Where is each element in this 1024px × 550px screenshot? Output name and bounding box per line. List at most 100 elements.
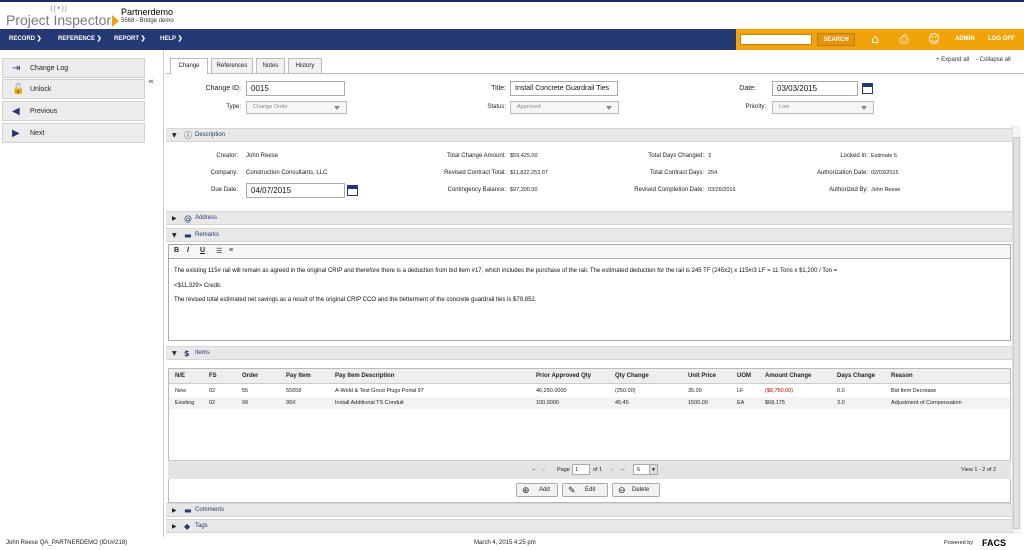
authorized-by-label: Authorized By: bbox=[828, 187, 868, 193]
logoff-link[interactable]: LOG OFF bbox=[988, 29, 1015, 50]
page-input[interactable]: 1 bbox=[572, 464, 590, 475]
tab-change[interactable]: Change bbox=[170, 58, 208, 74]
home-icon[interactable]: ⌂ bbox=[866, 31, 884, 48]
numbered-list-icon[interactable]: ≡ bbox=[229, 247, 233, 254]
arrow-left-icon: ◀ bbox=[12, 106, 20, 117]
italic-button[interactable]: I bbox=[187, 247, 189, 254]
status-value: Approved bbox=[517, 104, 541, 110]
expanded-arrow-icon: ▼ bbox=[172, 132, 177, 139]
column-header[interactable]: N/E bbox=[175, 369, 185, 384]
tab-references[interactable]: References bbox=[211, 58, 253, 73]
edit-item-button[interactable]: ✎ Edit bbox=[562, 483, 608, 497]
delete-item-button[interactable]: ⊖ Delete bbox=[612, 483, 660, 497]
column-header[interactable]: Reason bbox=[891, 369, 913, 384]
sidebar-item-unlock[interactable]: 🔓 Unlock bbox=[2, 79, 145, 99]
footer: John Reese QA_PARTNERDEMO (IDU#218) Marc… bbox=[0, 537, 1024, 550]
column-header[interactable]: Unit Price bbox=[688, 369, 716, 384]
collapse-all-link[interactable]: - Collapse all bbox=[976, 57, 1011, 63]
prev-page-icon[interactable]: « bbox=[542, 467, 545, 473]
column-header[interactable]: Pay Item Description bbox=[335, 369, 394, 384]
column-header[interactable]: Order bbox=[242, 369, 258, 384]
table-cell: 99 bbox=[242, 400, 249, 406]
sidebar-item-change-log[interactable]: ⇥ Change Log bbox=[2, 58, 145, 78]
change-id-input[interactable]: 0015 bbox=[246, 81, 345, 96]
priority-select[interactable]: Low bbox=[772, 101, 874, 114]
column-header[interactable]: Days Change bbox=[837, 369, 875, 384]
comments-icon: ▬ bbox=[184, 506, 192, 515]
company-label: Company: bbox=[210, 170, 238, 176]
type-value: Change Order bbox=[253, 104, 288, 110]
table-pager: ⇤ « Page 1 of 1 » ⇥ 6 ▼ View 1 - 2 of 2 bbox=[168, 460, 1011, 479]
user-icon[interactable]: ☺ bbox=[925, 31, 943, 48]
sidebar-item-next[interactable]: ▶ Next bbox=[2, 123, 145, 143]
address-section-header[interactable]: ▶ @ Address bbox=[166, 211, 1018, 225]
nav-record[interactable]: RECORD ❯ bbox=[9, 29, 42, 50]
date-label: Date: bbox=[739, 85, 756, 92]
due-date-input[interactable]: 04/07/2015 bbox=[246, 183, 345, 198]
tab-notes[interactable]: Notes bbox=[256, 58, 285, 73]
plus-circle-icon: ⊕ bbox=[522, 485, 530, 495]
locked-in-label: Locked In: bbox=[840, 153, 868, 159]
footer-datetime: March 4, 2015 4:25 pm bbox=[474, 540, 536, 546]
chevron-down-icon bbox=[334, 106, 340, 110]
items-section-header[interactable]: ▼ $ Items bbox=[166, 346, 1018, 360]
tags-section-header[interactable]: ▶ ◆ Tags bbox=[166, 519, 1018, 533]
nav-report[interactable]: REPORT ❯ bbox=[114, 29, 146, 50]
tab-history[interactable]: History bbox=[288, 58, 322, 73]
last-page-icon[interactable]: ⇥ bbox=[620, 467, 625, 473]
print-icon[interactable]: ⎙ bbox=[895, 31, 913, 48]
column-header[interactable]: FS bbox=[209, 369, 217, 384]
table-cell: 1500.00 bbox=[688, 400, 708, 406]
table-row[interactable]: Existing 02 99 99X Install Additional TS… bbox=[169, 397, 1010, 409]
sidebar-item-label: Next bbox=[30, 130, 45, 137]
app-logo[interactable]: ((•)) Project Inspector bbox=[6, 4, 119, 28]
add-item-button[interactable]: ⊕ Add bbox=[516, 483, 558, 497]
collapse-sidebar-icon[interactable]: « bbox=[148, 77, 154, 87]
search-input[interactable] bbox=[740, 34, 812, 45]
first-page-icon[interactable]: ⇤ bbox=[532, 467, 537, 473]
footer-user: John Reese QA_PARTNERDEMO (IDU#218) bbox=[6, 540, 128, 546]
chevron-down-icon bbox=[606, 106, 612, 110]
expand-all-link[interactable]: + Expand all bbox=[936, 57, 969, 63]
column-header[interactable]: Pay Item bbox=[286, 369, 311, 384]
status-select[interactable]: Approved bbox=[510, 101, 619, 114]
table-cell: 0.0 bbox=[837, 388, 845, 394]
column-header[interactable]: Qty Change bbox=[615, 369, 649, 384]
title-input[interactable]: Install Concrete Guardrail Ties bbox=[510, 81, 618, 96]
unlock-icon: 🔓 bbox=[12, 84, 25, 95]
table-cell: Install Additional TS Conduit bbox=[335, 400, 404, 406]
remarks-section-header[interactable]: ▼ ▬ Remarks bbox=[166, 228, 1018, 242]
scrollbar-thumb[interactable] bbox=[1013, 137, 1020, 529]
column-header[interactable]: Prior Approved Qty bbox=[536, 369, 591, 384]
powered-by-label: Powered by bbox=[944, 540, 974, 546]
type-select[interactable]: Change Order bbox=[246, 101, 347, 114]
table-cell: $68,175 bbox=[765, 400, 785, 406]
next-page-icon[interactable]: » bbox=[610, 467, 613, 473]
chevron-down-icon bbox=[861, 106, 867, 110]
admin-link[interactable]: ADMIN bbox=[955, 29, 975, 50]
comments-section-header[interactable]: ▶ ▬ Comments bbox=[166, 503, 1018, 517]
underline-button[interactable]: U bbox=[200, 247, 205, 254]
nav-help[interactable]: HELP ❯ bbox=[160, 29, 183, 50]
remarks-editor[interactable]: The existing 115# rail will remain as ag… bbox=[168, 259, 1011, 341]
table-row[interactable]: New 02 55 55658 A-Weld & Test Grout Plug… bbox=[169, 385, 1010, 397]
sidebar-item-previous[interactable]: ◀ Previous bbox=[2, 101, 145, 121]
column-header[interactable]: Amount Change bbox=[765, 369, 811, 384]
calendar-icon[interactable] bbox=[347, 185, 358, 196]
nav-reference[interactable]: REFERENCE ❯ bbox=[58, 29, 102, 50]
date-input[interactable]: 03/03/2015 bbox=[772, 81, 858, 96]
table-cell: (250.00) bbox=[615, 388, 636, 394]
bold-button[interactable]: B bbox=[174, 247, 179, 254]
remarks-line: <$11,329> Credit. bbox=[174, 283, 222, 289]
calendar-icon[interactable] bbox=[862, 83, 873, 94]
contingency-balance-value: $97,200.00 bbox=[510, 187, 538, 193]
page-count: of 1 bbox=[593, 467, 603, 473]
column-header[interactable]: UOM bbox=[737, 369, 751, 384]
bullet-list-icon[interactable]: ☰ bbox=[216, 247, 222, 255]
page-size-select[interactable]: 6 ▼ bbox=[633, 464, 658, 475]
logo-arrow-icon bbox=[112, 15, 119, 27]
description-section-header[interactable]: ▼ ⓘ Description bbox=[166, 128, 1018, 142]
search-button[interactable]: SEARCH bbox=[817, 33, 855, 46]
at-icon: @ bbox=[184, 214, 192, 223]
collapsed-arrow-icon: ▶ bbox=[172, 507, 177, 514]
